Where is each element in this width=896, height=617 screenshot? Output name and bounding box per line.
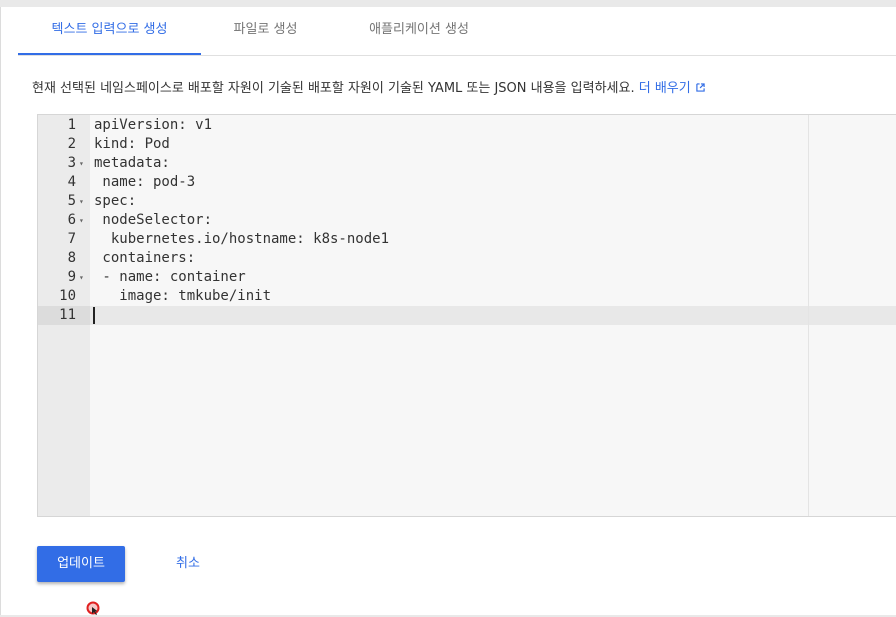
- line-code: image: tmkube/init: [94, 288, 272, 304]
- open-in-new-icon: [696, 83, 705, 92]
- tab-create-app[interactable]: 애플리케이션 생성: [334, 7, 504, 55]
- editor-line[interactable]: 2 kind: Pod: [38, 135, 896, 154]
- editor-line[interactable]: 10 image: tmkube/init: [38, 287, 896, 306]
- text-caret: [93, 307, 95, 324]
- fold-toggle-icon[interactable]: ▾: [79, 268, 84, 287]
- editor-line[interactable]: 5 ▾ spec:: [38, 192, 896, 211]
- line-code: name: pod-3: [94, 174, 196, 190]
- cancel-button[interactable]: 취소: [160, 546, 216, 582]
- line-number: 10: [59, 288, 76, 304]
- description-text: 현재 선택된 네임스페이스로 배포할 자원이 기술된 배포할 자원이 기술된 Y…: [32, 81, 635, 96]
- line-code: kind: Pod: [94, 136, 170, 152]
- line-number: 5: [67, 193, 76, 209]
- line-number: 8: [67, 250, 76, 266]
- editor-line[interactable]: 11: [38, 306, 896, 325]
- line-number: 3: [67, 155, 76, 171]
- line-number: 6: [67, 212, 76, 228]
- editor-lines: 1 apiVersion: v1 2 kind: Pod 3 ▾ metadata: 4 na…: [38, 116, 896, 325]
- fold-toggle-icon[interactable]: ▾: [79, 211, 84, 230]
- fold-toggle-icon[interactable]: ▾: [79, 154, 84, 173]
- line-code: - name: container: [94, 269, 246, 285]
- line-code: kubernetes.io/hostname: k8s-node1: [94, 231, 390, 247]
- line-number: 11: [59, 307, 76, 323]
- update-button[interactable]: 업데이트: [37, 546, 125, 582]
- mouse-cursor-indicator: [86, 601, 100, 615]
- learn-more-label: 더 배우기: [638, 81, 691, 96]
- editor-line[interactable]: 3 ▾ metadata:: [38, 154, 896, 173]
- editor-line[interactable]: 1 apiVersion: v1: [38, 116, 896, 135]
- editor-line[interactable]: 8 containers:: [38, 249, 896, 268]
- tab-bar: 텍스트 입력으로 생성 파일로 생성 애플리케이션 생성: [18, 7, 896, 56]
- editor-line[interactable]: 6 ▾ nodeSelector:: [38, 211, 896, 230]
- line-code: metadata:: [94, 155, 170, 171]
- line-code: nodeSelector:: [94, 212, 213, 228]
- tab-create-from-file[interactable]: 파일로 생성: [213, 7, 318, 55]
- line-number: 2: [67, 136, 76, 152]
- fold-toggle-icon[interactable]: ▾: [79, 192, 84, 211]
- line-number: 7: [67, 231, 76, 247]
- yaml-editor[interactable]: 1 apiVersion: v1 2 kind: Pod 3 ▾ metadata: 4 na…: [37, 114, 896, 517]
- editor-line[interactable]: 7 kubernetes.io/hostname: k8s-node1: [38, 230, 896, 249]
- line-code: apiVersion: v1: [94, 117, 213, 133]
- line-number: 4: [67, 174, 76, 190]
- tab-create-from-text[interactable]: 텍스트 입력으로 생성: [18, 7, 201, 55]
- line-number: 9: [67, 269, 76, 285]
- line-code: spec:: [94, 193, 137, 209]
- editor-line[interactable]: 9 ▾ - name: container: [38, 268, 896, 287]
- learn-more-link[interactable]: 더 배우기: [639, 81, 705, 96]
- line-number: 1: [67, 117, 76, 133]
- line-code: containers:: [94, 250, 196, 266]
- description: 현재 선택된 네임스페이스로 배포할 자원이 기술된 배포할 자원이 기술된 Y…: [32, 77, 705, 96]
- editor-line[interactable]: 4 name: pod-3: [38, 173, 896, 192]
